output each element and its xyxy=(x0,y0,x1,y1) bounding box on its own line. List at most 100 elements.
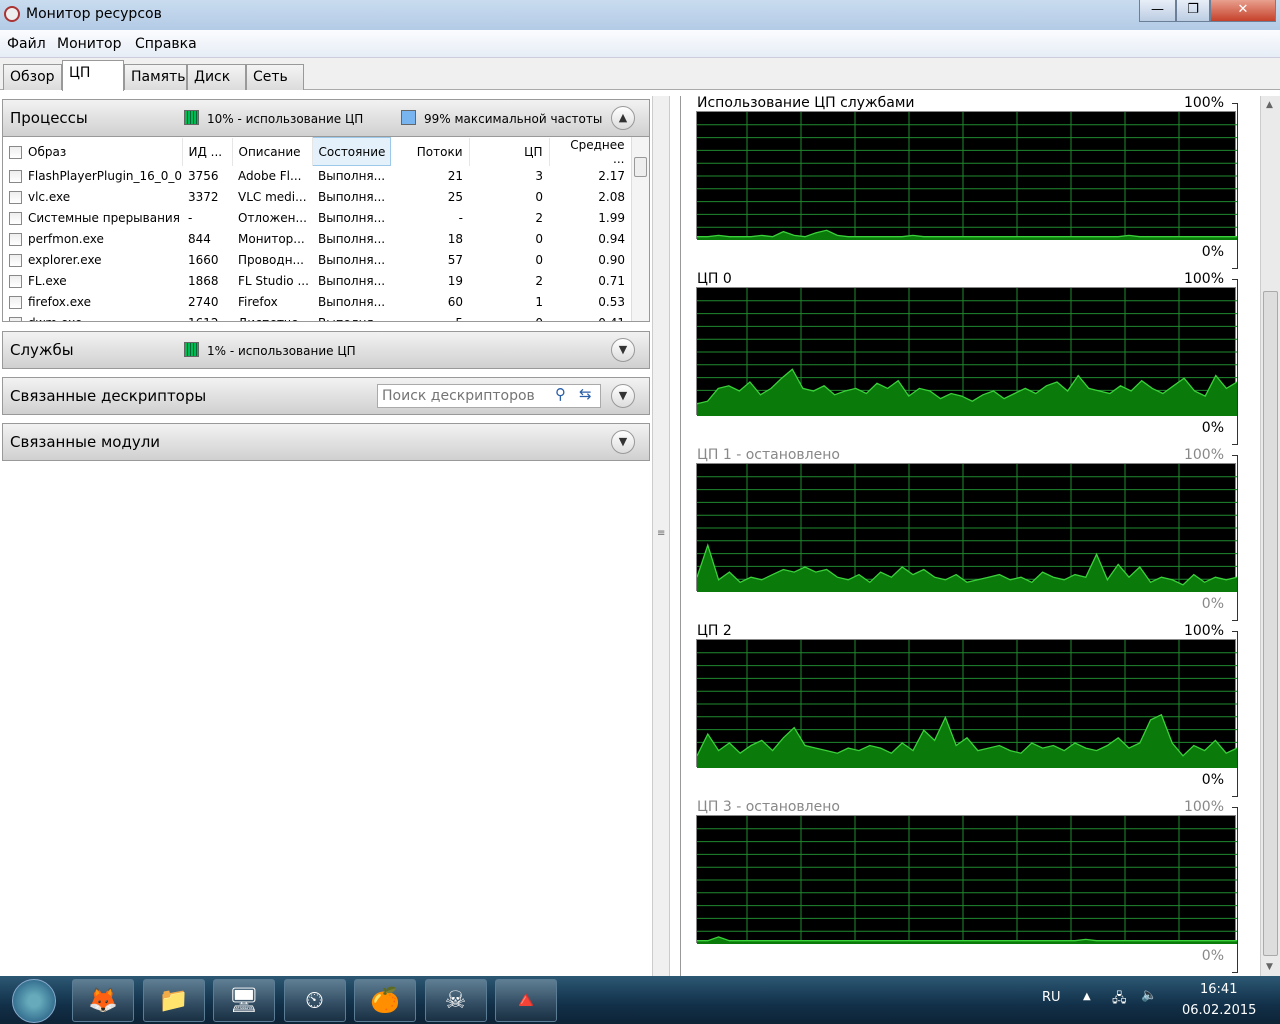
cell-average-cpu: 0.71 xyxy=(598,274,625,288)
table-row[interactable]: dwm.exe1612Диспетче...Выполня...500.41 xyxy=(3,313,631,321)
scroll-down-icon[interactable]: ▼ xyxy=(1266,962,1273,972)
cell-pid: 1868 xyxy=(188,274,219,288)
left-pane: Процессы 10% - использование ЦП 99% макс… xyxy=(0,96,652,976)
column-pid[interactable]: ИД ... xyxy=(182,137,233,166)
row-checkbox[interactable] xyxy=(9,233,22,246)
handles-header[interactable]: Связанные дескрипторы ⚲ ⇆ ▼ xyxy=(2,377,650,415)
usage-line xyxy=(697,936,1237,942)
graph-title: ЦП 3 - остановлено xyxy=(697,799,840,815)
row-checkbox[interactable] xyxy=(9,212,22,225)
menu-file[interactable]: Файл xyxy=(7,36,46,52)
graphs-scrollbar[interactable]: ▲ ▼ xyxy=(1260,96,1280,976)
cell-threads: 19 xyxy=(447,274,463,288)
cell-description: Adobe Fl... xyxy=(238,169,302,183)
menu-help[interactable]: Справка xyxy=(135,36,197,52)
processes-scrollbar[interactable] xyxy=(631,137,649,321)
tab-overview[interactable]: Обзор xyxy=(3,64,62,90)
cell-average-cpu: 0.41 xyxy=(549,313,631,321)
cell-image: FL.exe xyxy=(3,271,182,292)
close-button[interactable]: ✕ xyxy=(1210,0,1276,22)
tab-bar: Обзор ЦП Память Диск Сеть xyxy=(0,58,1280,91)
column-description[interactable]: Описание xyxy=(232,137,313,166)
column-average-cpu[interactable]: Среднее ... xyxy=(549,137,632,166)
column-status[interactable]: Состояние xyxy=(311,137,391,166)
minimize-button[interactable]: — xyxy=(1139,0,1176,22)
pane-splitter[interactable]: ≡ xyxy=(652,96,670,976)
cell-average-cpu: 2.08 xyxy=(598,190,625,204)
cell-status: Выполня... xyxy=(318,232,386,246)
graph-min-label: 0% xyxy=(1201,420,1224,436)
row-checkbox[interactable] xyxy=(9,296,22,309)
search-icon[interactable]: ⚲ xyxy=(555,385,566,403)
show-hidden-icons[interactable]: ▲ xyxy=(1083,991,1091,1002)
table-row[interactable]: FL.exe 1868 FL Studio ... Выполня... 19 2 0.71 xyxy=(3,271,631,292)
services-header[interactable]: Службы 1% - использование ЦП ▼ xyxy=(2,331,650,369)
row-checkbox[interactable] xyxy=(9,170,22,183)
app-icon: 📁 xyxy=(158,986,189,1014)
clock-time[interactable]: 16:41 xyxy=(1200,982,1237,997)
table-row[interactable]: FlashPlayerPlugin_16_0_0... 3756 Adobe Fl.… xyxy=(3,166,631,187)
table-row[interactable]: firefox.exe 2740 Firefox Выполня... 60 1 0.53 xyxy=(3,292,631,313)
tab-cpu[interactable]: ЦП xyxy=(62,60,124,91)
cell-threads: 60 xyxy=(447,295,463,309)
cpu-graph xyxy=(696,111,1237,240)
graph-min-label: 0% xyxy=(1201,244,1224,260)
row-checkbox[interactable] xyxy=(9,317,22,321)
expand-icon[interactable]: ▼ xyxy=(611,338,635,362)
network-icon[interactable]: 🖧 xyxy=(1112,989,1127,1011)
cell-average-cpu: 1.99 xyxy=(598,211,625,225)
taskbar-app-проводник[interactable]: 📁 xyxy=(142,979,205,1022)
collapse-icon[interactable]: ▲ xyxy=(611,106,635,130)
handles-title: Связанные дескрипторы xyxy=(10,387,207,405)
language-indicator[interactable]: RU xyxy=(1042,990,1061,1005)
table-row[interactable]: Системные прерывания - Отложен... Выполня..… xyxy=(3,208,631,229)
graph-max-label: 100% xyxy=(1183,799,1224,815)
menu-monitor[interactable]: Монитор xyxy=(57,36,122,52)
modules-header[interactable]: Связанные модули ▼ xyxy=(2,423,650,461)
taskbar: 🦊 📁 🖥 ⏲ 🍊 ☠ 🔺 RU ▲ 🖧 🔈 16:41 06.02.2015 xyxy=(0,976,1280,1024)
tab-memory[interactable]: Память xyxy=(124,64,187,90)
maximize-button[interactable]: ❐ xyxy=(1176,0,1210,22)
taskbar-app-firefox[interactable]: 🦊 xyxy=(72,979,134,1022)
volume-icon[interactable]: 🔈 xyxy=(1141,988,1157,1003)
start-button[interactable] xyxy=(12,979,56,1023)
cell-threads: 57 xyxy=(447,253,463,267)
taskbar-app-монитор-ресурсов[interactable]: ⏲ xyxy=(283,979,346,1022)
select-all-checkbox[interactable] xyxy=(9,145,22,159)
tab-disk[interactable]: Диск xyxy=(187,64,246,90)
cell-pid: - xyxy=(188,211,193,225)
handles-search-input[interactable] xyxy=(377,384,601,408)
cell-cpu: 0 xyxy=(469,313,549,321)
scroll-up-icon[interactable]: ▲ xyxy=(1266,100,1273,110)
table-row[interactable]: vlc.exe 3372 VLC medi... Выполня... 25 0 2.08 xyxy=(3,187,631,208)
table-row[interactable]: perfmon.exe 844 Монитор... Выполня... 18 0 0.9… xyxy=(3,229,631,250)
app-icon: 🦊 xyxy=(88,986,118,1014)
cell-pid: 2740 xyxy=(188,295,219,309)
column-image[interactable]: Образ xyxy=(3,137,183,166)
expand-icon[interactable]: ▼ xyxy=(611,430,635,454)
tab-network[interactable]: Сеть xyxy=(246,64,304,90)
taskbar-app-vlc[interactable]: 🔺 xyxy=(495,979,557,1022)
row-checkbox[interactable] xyxy=(9,191,22,204)
graph-min-label: 0% xyxy=(1201,772,1224,788)
refresh-icon[interactable]: ⇆ xyxy=(579,385,592,403)
column-threads[interactable]: Потоки xyxy=(390,137,470,166)
usage-area xyxy=(697,230,1237,240)
title-bar: Монитор ресурсов — ❐ ✕ xyxy=(0,0,1280,30)
processes-header[interactable]: Процессы 10% - использование ЦП 99% макс… xyxy=(2,99,650,137)
cell-cpu: 3 xyxy=(535,169,543,183)
clock-date[interactable]: 06.02.2015 xyxy=(1182,1003,1256,1018)
expand-icon[interactable]: ▼ xyxy=(611,384,635,408)
taskbar-app-punisher[interactable]: ☠ xyxy=(424,979,487,1022)
scrollbar-thumb[interactable] xyxy=(1263,291,1278,956)
column-cpu[interactable]: ЦП xyxy=(469,137,550,166)
cell-status: Выполня... xyxy=(318,295,386,309)
table-row[interactable]: explorer.exe 1660 Проводн... Выполня... 57 0 0… xyxy=(3,250,631,271)
row-checkbox[interactable] xyxy=(9,275,22,288)
cell-average-cpu: 0.94 xyxy=(598,232,625,246)
taskbar-app-fl-studio[interactable]: 🍊 xyxy=(354,979,416,1022)
taskbar-app-системный-монитор[interactable]: 🖥 xyxy=(213,979,275,1022)
cell-cpu: 0 xyxy=(535,232,543,246)
scrollbar-thumb[interactable] xyxy=(634,157,647,177)
row-checkbox[interactable] xyxy=(9,254,22,267)
